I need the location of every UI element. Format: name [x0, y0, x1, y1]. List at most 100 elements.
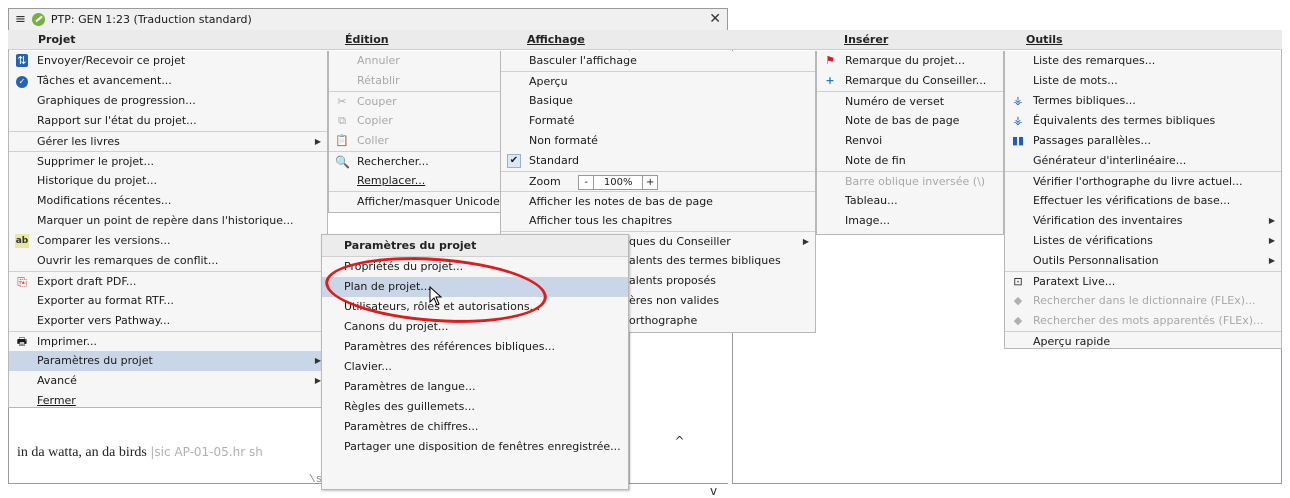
menu-item-send-receive[interactable]: ⇅ Envoyer/Recevoir ce projet [9, 51, 327, 71]
menu-item-project-report[interactable]: Rapport sur l'état du projet... [9, 111, 327, 131]
menu-item-word-list[interactable]: Liste de mots... [1005, 71, 1281, 91]
menu-item-flex-related-words[interactable]: ◆ Rechercher des mots apparentés (FLEx)..… [1005, 311, 1281, 331]
menu-item-progress-charts[interactable]: Graphiques de progression... [9, 91, 327, 111]
menu-item-checklists[interactable]: Listes de vérifications ▶ [1005, 231, 1281, 251]
menu-item-language-settings[interactable]: Paramètres de langue... [322, 377, 628, 397]
menu-inserer[interactable]: Insérer [844, 30, 888, 50]
pdf-icon: ⎘ [17, 275, 27, 289]
menu-item-cross-reference[interactable]: Renvoi [817, 131, 1003, 151]
close-icon[interactable]: ✕ [709, 11, 721, 27]
menu-item-print[interactable]: 🖶 Imprimer... [9, 331, 327, 351]
menu-edition[interactable]: Édition [345, 30, 389, 50]
zoom-minus-button[interactable]: - [578, 174, 595, 190]
menu-item-share-window-layout[interactable]: Partager une disposition de fenêtres enr… [322, 437, 628, 457]
biblical-terms-icon: ⚶ [1013, 94, 1023, 107]
menu-item-keyboard[interactable]: Clavier... [322, 357, 628, 377]
menu-item-biblical-term-equivalents[interactable]: ⚶ Équivalents des termes bibliques [1005, 111, 1281, 131]
menu-item-basic-checks[interactable]: Effectuer les vérifications de base... [1005, 191, 1281, 211]
menu-item-project-settings[interactable]: Paramètres du projet ▶ [9, 351, 327, 371]
menu-item-parallel-passages[interactable]: ▮▮ Passages parallèles... [1005, 131, 1281, 151]
tasks-icon: ✓ [15, 74, 29, 88]
menu-item-endnote[interactable]: Note de fin [817, 151, 1003, 171]
menu-item-image[interactable]: Image... [817, 211, 1003, 231]
menu-item-biblical-terms[interactable]: ⚶ Termes bibliques... [1005, 91, 1281, 111]
menu-item-table[interactable]: Tableau... [817, 191, 1003, 211]
menu-item-export-pathway[interactable]: Exporter vers Pathway... [9, 311, 327, 331]
menu-item-quotation-rules[interactable]: Règles des guillemets... [322, 397, 628, 417]
menu-item-conflict-notes[interactable]: Ouvrir les remarques de conflit... [9, 251, 327, 271]
menu-affichage[interactable]: Affichage [527, 30, 585, 50]
chevron-down-icon[interactable]: v [710, 484, 717, 498]
menu-item-verse-number[interactable]: Numéro de verset [817, 91, 1003, 111]
projet-menu: ⇅ Envoyer/Recevoir ce projet ✓ Tâches et… [8, 51, 328, 408]
menu-item-custom-tools[interactable]: Outils Personnalisation ▶ [1005, 251, 1281, 271]
menu-item-recent-changes[interactable]: Modifications récentes... [9, 191, 327, 211]
menu-item-backslash[interactable]: Barre oblique inversée (\) [817, 171, 1003, 191]
submenu-arrow-icon: ▶ [1268, 216, 1275, 225]
paratext-leaf-icon [31, 13, 45, 26]
menu-item-project-properties[interactable]: Propriétés du projet... [322, 257, 628, 277]
menu-item-manage-books[interactable]: Gérer les livres ▶ [9, 131, 327, 151]
menu-item-paste[interactable]: 📋 Coller [329, 131, 515, 151]
menu-item-preview[interactable]: Aperçu [501, 71, 815, 91]
verse-text: in da watta, an da birds [17, 445, 147, 460]
submenu-arrow-icon: ▶ [802, 237, 809, 246]
menu-item-unformatted[interactable]: Non formaté [501, 131, 815, 151]
menu-item-redo[interactable]: Rétablir [329, 71, 515, 91]
menu-item-compare-versions[interactable]: ab Comparer les versions... [9, 231, 327, 251]
menu-item-mark-history[interactable]: Marquer un point de repère dans l'histor… [9, 211, 327, 231]
window-titlebar: ≡ PTP: GEN 1:23 (Traduction standard) ✕ [9, 9, 727, 31]
menu-item-show-footnotes[interactable]: Afficher les notes de bas de page [501, 191, 815, 211]
menu-item-scripture-reference-settings[interactable]: Paramètres des références bibliques... [322, 337, 628, 357]
copy-icon: ⧉ [338, 114, 346, 127]
menu-item-interlinear[interactable]: Générateur d'interlinéaire... [1005, 151, 1281, 171]
menu-item-close[interactable]: Fermer [9, 391, 327, 411]
menu-item-toggle-unicode[interactable]: Afficher/masquer Unicode [329, 191, 515, 211]
menu-item-advanced[interactable]: Avancé ▶ [9, 371, 327, 391]
menu-item-export-rtf[interactable]: Exporter au format RTF... [9, 291, 327, 311]
menu-item-cut[interactable]: ✂ Couper [329, 91, 515, 111]
menu-item-standard[interactable]: ✔ Standard [501, 151, 815, 171]
blue-cross-icon: + [825, 74, 835, 87]
scripture-text[interactable]: in da watta, an da birds |sic AP-01-05.h… [17, 445, 263, 461]
chevron-up-icon[interactable]: ^ [630, 434, 729, 448]
hamburger-menu-icon[interactable]: ≡ [15, 13, 26, 26]
menu-item-basic[interactable]: Basique [501, 91, 815, 111]
menu-item-show-all-chapters[interactable]: Afficher tous les chapitres [501, 211, 815, 231]
verse-reference: |sic AP-01-05.hr sh [150, 445, 263, 459]
menu-item-toggle-view[interactable]: Basculer l'affichage [501, 51, 815, 71]
submenu-arrow-icon: ▶ [1268, 236, 1275, 245]
menu-item-inventory-checks[interactable]: Vérification des inventaires ▶ [1005, 211, 1281, 231]
menu-item-export-pdf[interactable]: ⎘ Export draft PDF... [9, 271, 327, 291]
window-title: PTP: GEN 1:23 (Traduction standard) [50, 13, 252, 26]
menu-item-search[interactable]: 🔍 Rechercher... [329, 151, 515, 171]
menu-item-consultant-note[interactable]: + Remarque du Conseiller... [817, 71, 1003, 91]
checkmark-icon: ✔ [507, 154, 521, 168]
menu-item-project-canons[interactable]: Canons du projet... [322, 317, 628, 337]
menu-item-quick-preview[interactable]: Aperçu rapide [1005, 331, 1281, 351]
menu-item-tasks[interactable]: ✓ Tâches et avancement... [9, 71, 327, 91]
menu-item-users-roles[interactable]: Utilisateurs, rôles et autorisations... [322, 297, 628, 317]
menu-item-project-plan[interactable]: Plan de projet... [322, 277, 628, 297]
menu-item-paratext-live[interactable]: ⊡ Paratext Live... [1005, 271, 1281, 291]
menu-projet[interactable]: Projet [38, 30, 76, 50]
menu-item-notes-list[interactable]: Liste des remarques... [1005, 51, 1281, 71]
zoom-value[interactable]: 100% [594, 174, 643, 190]
search-icon: 🔍 [335, 155, 350, 169]
menu-item-undo[interactable]: Annuler [329, 51, 515, 71]
menu-item-footnote[interactable]: Note de bas de page [817, 111, 1003, 131]
menu-item-number-settings[interactable]: Paramètres de chiffres... [322, 417, 628, 437]
menu-item-flex-dictionary[interactable]: ◆ Rechercher dans le dictionnaire (FLEx).… [1005, 291, 1281, 311]
menu-item-project-history[interactable]: Historique du projet... [9, 171, 327, 191]
menu-item-project-note[interactable]: ⚑ Remarque du projet... [817, 51, 1003, 71]
menu-item-copy[interactable]: ⧉ Copier [329, 111, 515, 131]
menu-item-replace[interactable]: Remplacer... [329, 171, 515, 191]
submenu-header: Paramètres du projet [322, 235, 628, 257]
menu-item-formatted[interactable]: Formaté [501, 111, 815, 131]
zoom-plus-button[interactable]: + [642, 174, 659, 190]
menu-item-delete-project[interactable]: Supprimer le projet... [9, 151, 327, 171]
outils-menu: Liste des remarques... Liste de mots... … [1004, 51, 1282, 349]
menu-outils[interactable]: Outils [1026, 30, 1063, 50]
submenu-arrow-icon: ▶ [314, 137, 321, 146]
menu-item-spellcheck-book[interactable]: Vérifier l'orthographe du livre actuel..… [1005, 171, 1281, 191]
